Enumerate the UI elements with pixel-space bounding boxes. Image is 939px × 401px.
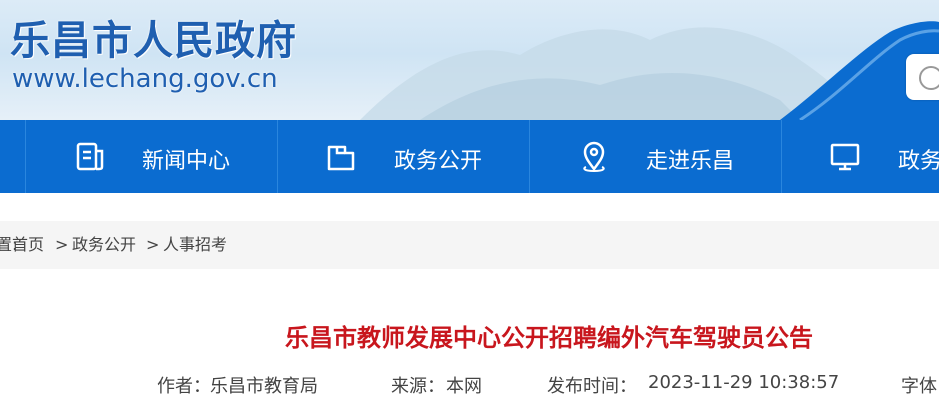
meta-published-time: 2023-11-29 10:38:57 (648, 372, 840, 393)
nav-item-news[interactable]: 新闻中心 (26, 120, 278, 193)
breadcrumb-personnel-recruitment[interactable]: 人事招考 (163, 221, 227, 269)
nav-label-government-affairs: 政务公开 (394, 149, 483, 174)
nav-item-services[interactable]: 政务 (782, 120, 939, 193)
nav-item-government-affairs[interactable]: 政务公开 (278, 120, 530, 193)
monitor-icon (830, 143, 860, 171)
meta-source: 本网 (446, 376, 482, 397)
search-icon[interactable] (919, 66, 939, 90)
meta-source-label: 来源： (391, 376, 445, 397)
meta-author: 乐昌市教育局 (210, 376, 318, 397)
header-banner: 乐昌市人民政府 www.lechang.gov.cn (0, 0, 939, 120)
folder-icon (327, 145, 355, 171)
news-document-icon (76, 142, 104, 171)
main-nav: 新闻中心 政务公开 走进乐昌 政务 (0, 120, 939, 193)
breadcrumb-home[interactable]: 首页 (12, 221, 44, 269)
site-url[interactable]: www.lechang.gov.cn (12, 64, 278, 94)
article-title: 乐昌市教师发展中心公开招聘编外汽车驾驶员公告 (285, 324, 813, 352)
nav-item-previous[interactable] (0, 120, 26, 193)
meta-author-label: 作者： (157, 376, 211, 397)
nav-label-news: 新闻中心 (142, 149, 231, 174)
breadcrumb-government-affairs[interactable]: 政务公开 (72, 221, 136, 269)
breadcrumb: 置: 首页 > 政务公开 > 人事招考 (0, 221, 939, 269)
meta-published-label: 发布时间： (547, 376, 637, 397)
breadcrumb-separator: > (55, 235, 69, 254)
font-size-control-label[interactable]: 字体 (901, 372, 937, 398)
nav-label-services: 政务 (898, 149, 939, 174)
nav-label-about-lechang: 走进乐昌 (646, 149, 735, 174)
nav-item-about-lechang[interactable]: 走进乐昌 (530, 120, 782, 193)
search-input[interactable] (906, 54, 939, 100)
breadcrumb-separator: > (146, 235, 160, 254)
location-pin-icon (583, 141, 605, 173)
site-title[interactable]: 乐昌市人民政府 (10, 8, 297, 66)
